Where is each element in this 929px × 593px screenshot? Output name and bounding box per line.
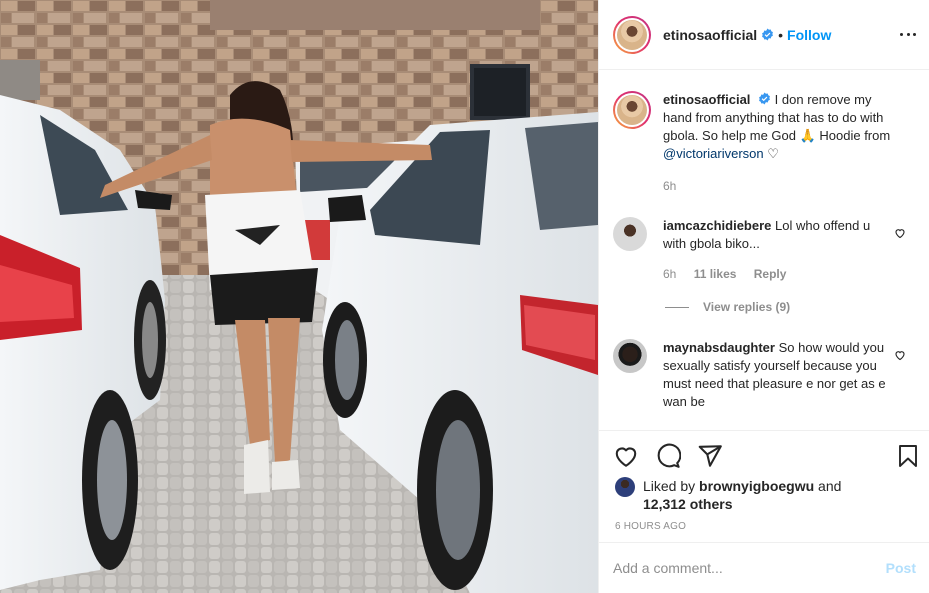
comment-like-icon[interactable] [894, 227, 906, 239]
separator-dot: • [778, 26, 784, 43]
commenter-username[interactable]: iamcazchidiebere [663, 218, 771, 233]
liked-by: Liked by brownyigboegwu and 12,312 other… [615, 477, 841, 513]
comment-likes[interactable]: 11 likes [694, 267, 737, 281]
comment-item: iamcazchidiebere Lol who offend u with g… [613, 217, 893, 283]
post-header: etinosaofficial • Follow [599, 0, 929, 70]
comments-list[interactable]: etinosaofficial I don remove my hand fro… [599, 71, 929, 429]
liked-by-prefix: Liked by [643, 478, 700, 494]
post-actions: Liked by brownyigboegwu and 12,312 other… [599, 430, 929, 542]
author-username[interactable]: etinosaofficial [663, 27, 757, 43]
comment-like-icon[interactable] [894, 349, 906, 361]
comment-item: maynabsdaughter So how would you sexuall… [613, 339, 893, 411]
post-timestamp[interactable]: 6 HOURS AGO [615, 521, 686, 532]
caption-mention-link[interactable]: @victoriariverson [663, 146, 764, 161]
view-replies-button[interactable]: View replies (9) [665, 300, 790, 314]
bookmark-icon[interactable] [896, 443, 920, 469]
caption-text-end: ♡ [763, 146, 779, 161]
reply-button[interactable]: Reply [754, 267, 787, 281]
liker-avatar[interactable] [615, 477, 635, 497]
caption: etinosaofficial I don remove my hand fro… [613, 91, 903, 195]
more-options-icon[interactable] [900, 26, 916, 42]
author-avatar[interactable] [613, 15, 651, 54]
liked-by-and: and [814, 478, 842, 494]
comment-input[interactable] [613, 560, 886, 576]
post-photo[interactable] [0, 0, 598, 593]
commenter-avatar[interactable] [613, 339, 647, 373]
commenter-avatar[interactable] [613, 217, 647, 251]
add-comment-bar: Post [599, 542, 929, 593]
commenter-username[interactable]: maynabsdaughter [663, 340, 775, 355]
follow-button[interactable]: Follow [787, 27, 831, 43]
caption-username[interactable]: etinosaofficial [663, 92, 750, 107]
liker-username[interactable]: brownyigboegwu [699, 478, 814, 494]
caption-time[interactable]: 6h [663, 179, 676, 193]
verified-badge-icon [762, 28, 774, 41]
verified-badge-icon [759, 92, 770, 105]
comment-time[interactable]: 6h [663, 267, 676, 281]
comment-icon[interactable] [655, 443, 681, 469]
post-details-panel: etinosaofficial • Follow etinosaofficial [598, 0, 929, 593]
share-icon[interactable] [697, 443, 723, 469]
heart-icon[interactable] [613, 443, 639, 469]
post-comment-button[interactable]: Post [886, 560, 916, 576]
view-replies-label[interactable]: View replies (9) [703, 300, 790, 314]
caption-avatar[interactable] [613, 91, 651, 129]
likes-count[interactable]: 12,312 others [643, 496, 733, 512]
